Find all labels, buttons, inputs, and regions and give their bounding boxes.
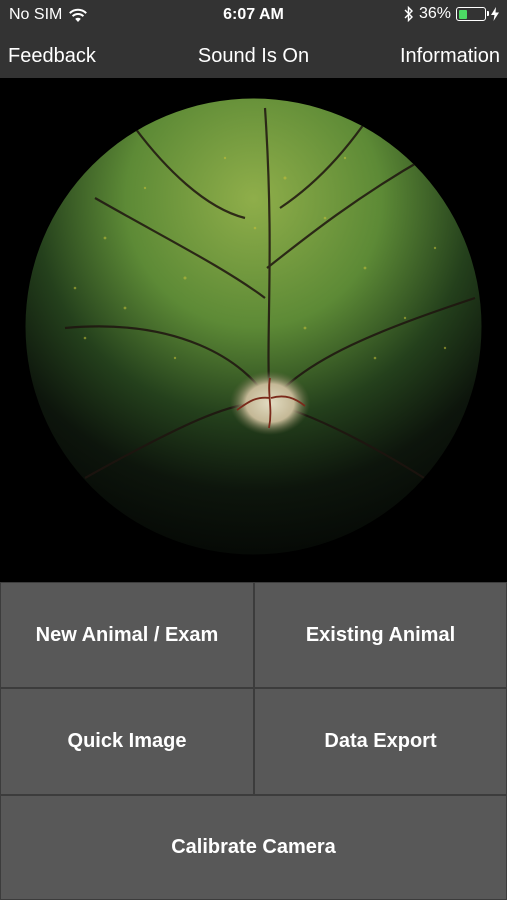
retina-fundus-image xyxy=(25,98,482,555)
bluetooth-icon xyxy=(404,6,413,22)
navigation-bar: Feedback Sound Is On Information xyxy=(0,32,507,78)
action-button-grid: New Animal / Exam Existing Animal Quick … xyxy=(0,582,507,900)
battery-percent: 36% xyxy=(418,5,451,22)
information-button[interactable]: Information xyxy=(400,45,500,68)
charging-bolt-icon xyxy=(491,7,499,21)
new-animal-exam-button[interactable]: New Animal / Exam xyxy=(0,582,254,688)
status-bar: No SIM 6:07 AM 36% xyxy=(0,0,507,32)
image-preview-area xyxy=(0,78,507,582)
quick-image-button[interactable]: Quick Image xyxy=(0,688,254,795)
calibrate-camera-button[interactable]: Calibrate Camera xyxy=(0,795,507,900)
status-right: 36% xyxy=(404,5,499,23)
battery-icon xyxy=(456,7,489,21)
data-export-button[interactable]: Data Export xyxy=(254,688,507,795)
existing-animal-button[interactable]: Existing Animal xyxy=(254,582,507,688)
battery-fill xyxy=(458,9,468,19)
